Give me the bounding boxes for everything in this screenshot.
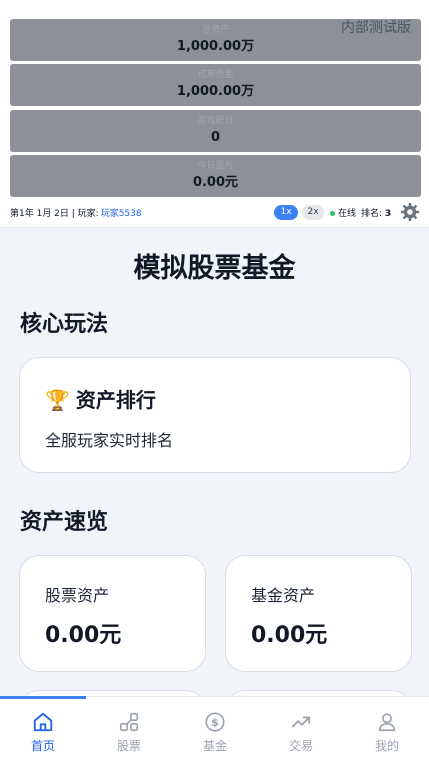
card-title-text: 资产排行 [75, 388, 156, 412]
game-date-text: 第1年 1月 2日 | 玩家: [10, 209, 99, 219]
asset-label: 基金资产 [251, 586, 316, 605]
stat-today-pnl: 今日盈亏 0.00元 [10, 155, 421, 197]
stat-value: 1,000.00万 [176, 39, 255, 54]
game-date: 第1年 1月 2日 | 玩家: 玩家5538 [10, 206, 142, 219]
trend-icon [291, 716, 311, 728]
stat-value: 0 [210, 130, 221, 145]
stat-label: 今日盈亏 [197, 161, 234, 171]
rank-value: 3 [384, 209, 392, 219]
asset-value: 0.00元 [45, 623, 122, 648]
speed-2x-button[interactable]: 2x [302, 205, 324, 220]
gear-icon[interactable] [400, 202, 420, 222]
asset-value: 0.00元 [251, 623, 328, 648]
stock-assets-card[interactable]: 股票资产 0.00元 [19, 555, 206, 672]
stat-available-funds: 可用资金 1,000.00万 [10, 64, 421, 106]
nav-trade[interactable]: 交易 [258, 697, 344, 764]
svg-text:$: $ [211, 716, 219, 729]
status-header: 总资产 1,000.00万 内部测试版 可用资金 1,000.00万 游戏积分 … [0, 0, 429, 228]
nav-label: 交易 [288, 739, 313, 753]
online-dot-icon [330, 211, 335, 216]
stat-label: 可用资金 [197, 70, 234, 80]
trophy-icon: 🏆 [45, 388, 70, 412]
asset-label: 股票资产 [45, 586, 110, 605]
fund-assets-card[interactable]: 基金资产 0.00元 [225, 555, 412, 672]
nav-stocks[interactable]: 股票 [86, 697, 172, 764]
stat-game-points: 游戏积分 0 [10, 110, 421, 152]
info-bar: 第1年 1月 2日 | 玩家: 玩家5538 1x 2x 在线 排名: 3 [0, 201, 429, 223]
fund-icon: $ [205, 712, 225, 732]
nav-funds[interactable]: $ 基金 [172, 697, 258, 764]
stat-label: 游戏积分 [197, 116, 234, 126]
core-gameplay-heading: 核心玩法 [20, 312, 109, 337]
nav-label: 股票 [116, 739, 141, 753]
test-version-tag: 内部测试版 [341, 20, 411, 36]
stat-value: 0.00元 [192, 175, 239, 190]
nav-label: 我的 [374, 739, 399, 753]
player-name[interactable]: 玩家5538 [101, 209, 142, 219]
card-title: 🏆 资产排行 [45, 384, 156, 413]
stat-value: 1,000.00万 [176, 84, 255, 99]
nav-label: 基金 [202, 739, 227, 753]
page-title: 模拟股票基金 [133, 253, 296, 284]
nav-label: 首页 [30, 739, 55, 753]
asset-overview-heading: 资产速览 [20, 510, 109, 535]
online-status: 在线 [330, 206, 356, 219]
online-label: 在线 [338, 209, 357, 219]
stock-icon [119, 712, 139, 732]
rank-display: 排名: 3 [361, 206, 391, 219]
asset-ranking-card[interactable]: 🏆 资产排行 全服玩家实时排名 [19, 357, 411, 473]
bottom-navigation: 首页 股票 $ 基金 交易 我的 [0, 696, 429, 764]
user-icon [378, 713, 396, 732]
nav-home[interactable]: 首页 [0, 697, 86, 764]
card-description: 全服玩家实时排名 [45, 431, 174, 450]
rank-label: 排名: [361, 209, 383, 219]
nav-profile[interactable]: 我的 [344, 697, 429, 764]
home-icon [33, 712, 53, 732]
speed-1x-button[interactable]: 1x [274, 205, 298, 220]
